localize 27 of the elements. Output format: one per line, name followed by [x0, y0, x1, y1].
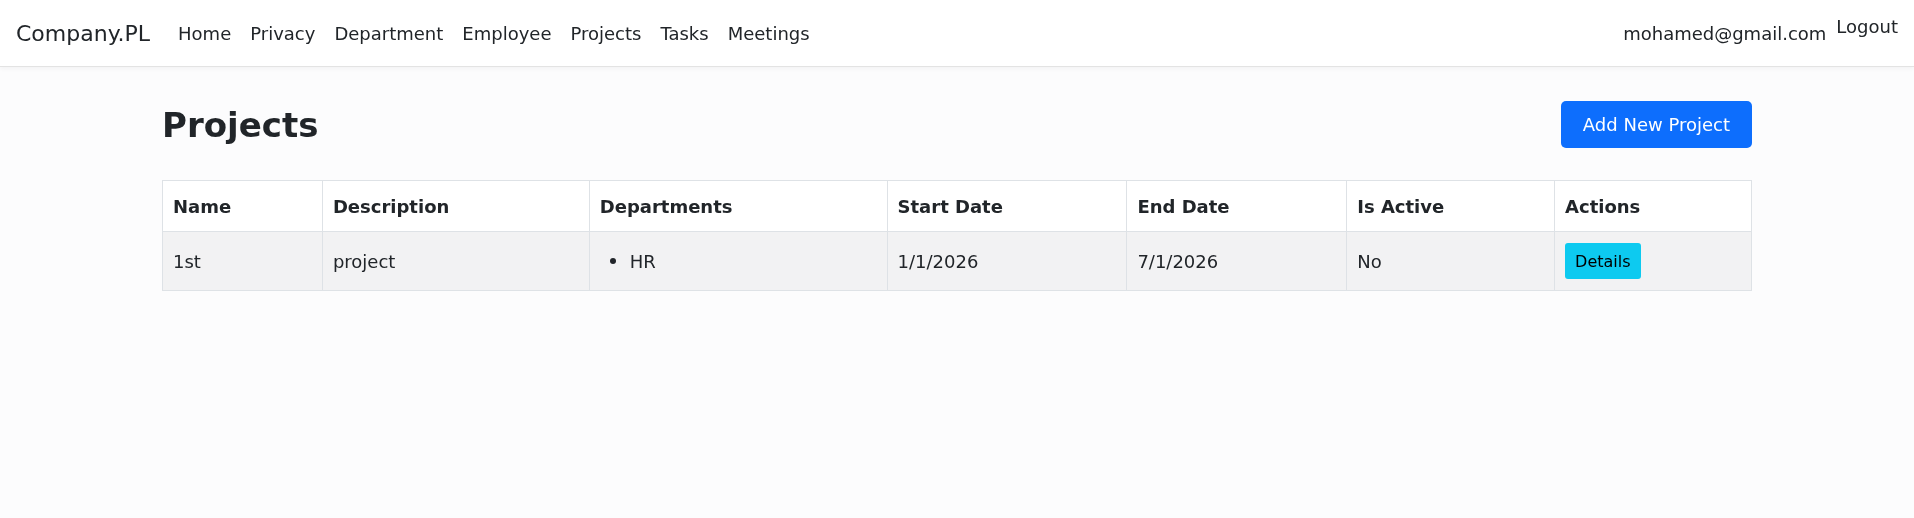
- nav-link[interactable]: Privacy: [250, 22, 316, 44]
- table-cell: 1/1/2026: [897, 250, 979, 272]
- column-header: End Date: [1126, 180, 1347, 232]
- column-header: Name: [162, 180, 323, 232]
- nav-link[interactable]: Employee: [462, 22, 552, 44]
- logout-link[interactable]: Logout: [1836, 16, 1898, 37]
- department-item: HR: [629, 250, 656, 272]
- table-cell: 7/1/2026: [1137, 250, 1219, 272]
- column-header: Departments: [589, 180, 888, 232]
- nav-link[interactable]: Department: [334, 22, 444, 44]
- nav-link[interactable]: Tasks: [660, 22, 709, 44]
- table-cell: 1st: [173, 250, 201, 272]
- column-header: Start Date: [887, 180, 1127, 232]
- brand-link[interactable]: Company.PL: [16, 20, 151, 46]
- nav-link[interactable]: Home: [178, 22, 232, 44]
- column-header: Actions: [1554, 180, 1752, 232]
- nav-link[interactable]: Projects: [570, 22, 642, 44]
- page-title: Projects: [162, 104, 319, 145]
- nav-link[interactable]: Meetings: [727, 22, 810, 44]
- column-header: Is Active: [1346, 180, 1555, 232]
- add-project-button[interactable]: Add New Project: [1560, 101, 1752, 148]
- bullet-icon: [609, 258, 616, 264]
- column-header: Description: [322, 180, 590, 232]
- table-cell: No: [1357, 250, 1382, 272]
- details-button[interactable]: Details: [1565, 243, 1641, 279]
- table-cell: project: [332, 250, 396, 272]
- user-email: mohamed@gmail.com: [1623, 22, 1827, 44]
